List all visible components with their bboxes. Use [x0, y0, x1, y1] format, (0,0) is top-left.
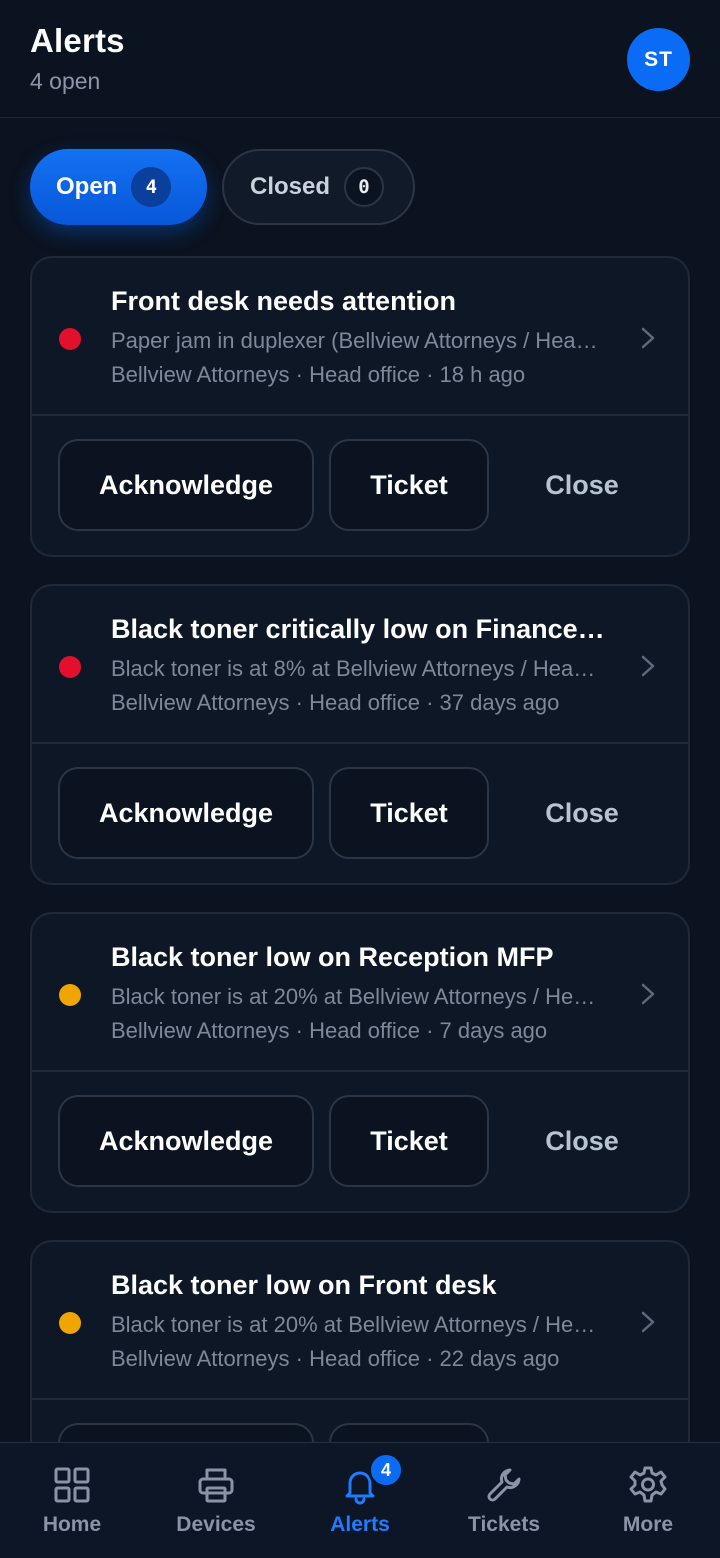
chevron-right-icon — [641, 1311, 655, 1333]
alert-actions: Acknowledge Ticket Close — [32, 744, 688, 883]
alert-card-header[interactable]: Black toner low on Reception MFP Black t… — [32, 914, 688, 1072]
ticket-button[interactable]: Ticket — [329, 1095, 489, 1187]
close-alert-button[interactable]: Close — [512, 439, 652, 531]
alert-actions: Acknowledge Ticket Close — [32, 1072, 688, 1211]
acknowledge-button[interactable]: Acknowledge — [58, 439, 314, 531]
tab-closed-count: 0 — [344, 167, 385, 207]
alert-meta: Bellview Attorneys · Head office · 18 h … — [111, 362, 526, 387]
alert-card: Black toner critically low on Finance MF… — [30, 584, 690, 885]
app-header: Alerts 4 open ST — [0, 0, 720, 118]
alert-card-header[interactable]: Black toner critically low on Finance MF… — [32, 586, 688, 744]
tab-open-count: 4 — [131, 167, 172, 207]
alert-meta: Bellview Attorneys · Head office · 22 da… — [111, 1346, 560, 1371]
gear-icon — [629, 1466, 667, 1503]
chevron-right-icon — [641, 983, 655, 1005]
user-avatar[interactable]: ST — [627, 28, 690, 91]
alert-meta: Bellview Attorneys · Head office · 37 da… — [111, 690, 560, 715]
nav-item-tickets[interactable]: Tickets — [432, 1443, 576, 1558]
tab-open-label: Open — [56, 173, 118, 200]
open-count-subtitle: 4 open — [30, 68, 101, 94]
nav-item-more[interactable]: More — [576, 1443, 720, 1558]
nav-label-devices: Devices — [176, 1513, 256, 1536]
alert-card: Front desk needs attention Paper jam in … — [30, 256, 690, 557]
nav-label-alerts: Alerts — [330, 1513, 390, 1536]
printer-icon — [198, 1468, 234, 1503]
nav-label-more: More — [622, 1513, 674, 1536]
chevron-right-icon — [641, 327, 655, 349]
tab-closed[interactable]: Closed 0 — [222, 149, 415, 225]
wrench-icon — [487, 1468, 521, 1502]
ticket-button[interactable]: Ticket — [329, 439, 489, 531]
bottom-nav: Home Devices 4 Alerts Tickets More — [0, 1442, 720, 1558]
alert-description: Black toner is at 20% at Bellview Attorn… — [111, 984, 606, 1009]
acknowledge-button[interactable]: Acknowledge — [58, 1095, 314, 1187]
alert-title: Black toner critically low on Finance MF… — [111, 614, 611, 644]
nav-item-alerts[interactable]: 4 Alerts — [288, 1443, 432, 1558]
close-alert-button[interactable]: Close — [512, 767, 652, 859]
nav-item-home[interactable]: Home — [0, 1443, 144, 1558]
tab-closed-label: Closed — [250, 173, 331, 200]
tab-open[interactable]: Open 4 — [30, 149, 207, 225]
alert-title: Black toner low on Front desk — [111, 1270, 497, 1300]
grid-icon — [54, 1467, 90, 1503]
chevron-right-icon — [641, 655, 655, 677]
alerts-badge: 4 — [368, 1452, 404, 1488]
alert-card-header[interactable]: Front desk needs attention Paper jam in … — [32, 258, 688, 416]
nav-item-devices[interactable]: Devices — [144, 1443, 288, 1558]
acknowledge-button[interactable]: Acknowledge — [58, 767, 314, 859]
alert-description: Black toner is at 20% at Bellview Attorn… — [111, 1312, 606, 1337]
severity-dot — [59, 984, 81, 1006]
page-title: Alerts — [30, 22, 125, 59]
alert-card: Black toner low on Reception MFP Black t… — [30, 912, 690, 1213]
ticket-button[interactable]: Ticket — [329, 767, 489, 859]
close-alert-button[interactable]: Close — [512, 1095, 652, 1187]
alerts-screen: Alerts 4 open ST Open 4 Closed 0 Front d… — [0, 0, 720, 1558]
severity-dot — [59, 1312, 81, 1334]
alert-description: Black toner is at 8% at Bellview Attorne… — [111, 656, 606, 681]
severity-dot — [59, 656, 81, 678]
alert-description: Paper jam in duplexer (Bellview Attorney… — [111, 328, 606, 353]
alert-card-header[interactable]: Black toner low on Front desk Black tone… — [32, 1242, 688, 1400]
nav-label-home: Home — [42, 1513, 102, 1536]
nav-label-tickets: Tickets — [468, 1513, 540, 1536]
alert-actions: Acknowledge Ticket Close — [32, 416, 688, 555]
alert-title: Front desk needs attention — [111, 286, 457, 316]
severity-dot — [59, 328, 81, 350]
alert-title: Black toner low on Reception MFP — [111, 942, 554, 972]
alert-meta: Bellview Attorneys · Head office · 7 day… — [111, 1018, 548, 1043]
